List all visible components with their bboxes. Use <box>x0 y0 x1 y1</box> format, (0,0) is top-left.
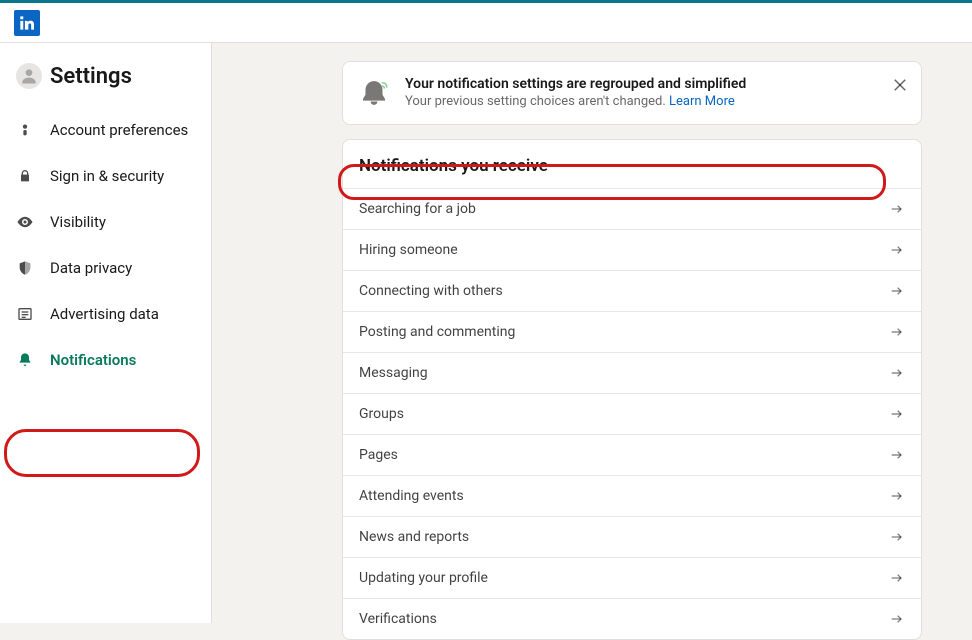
sidebar-item-notifications[interactable]: Notifications <box>0 337 211 383</box>
row-label: Groups <box>359 406 404 422</box>
row-label: Updating your profile <box>359 570 488 586</box>
row-groups[interactable]: Groups <box>343 393 921 434</box>
sidebar-item-account-preferences[interactable]: Account preferences <box>0 107 211 153</box>
sidebar-item-sign-in-security[interactable]: Sign in & security <box>0 153 211 199</box>
header <box>0 3 972 43</box>
arrow-right-icon <box>889 570 905 586</box>
sidebar: Settings Account preferences Sign in & s… <box>0 43 212 623</box>
arrow-right-icon <box>889 365 905 381</box>
notifications-card: Notifications you receive Searching for … <box>342 139 922 640</box>
arrow-right-icon <box>889 447 905 463</box>
arrow-right-icon <box>889 283 905 299</box>
row-label: News and reports <box>359 529 469 545</box>
card-title: Notifications you receive <box>343 140 921 188</box>
banner-subtitle-text: Your previous setting choices aren't cha… <box>405 94 669 109</box>
arrow-right-icon <box>889 488 905 504</box>
row-connecting-with-others[interactable]: Connecting with others <box>343 270 921 311</box>
close-button[interactable] <box>891 76 909 94</box>
row-posting-and-commenting[interactable]: Posting and commenting <box>343 311 921 352</box>
page-title: Settings <box>50 64 132 89</box>
row-label: Connecting with others <box>359 283 503 299</box>
row-label: Pages <box>359 447 398 463</box>
row-label: Hiring someone <box>359 242 458 258</box>
linkedin-logo[interactable] <box>14 10 40 36</box>
shield-icon <box>16 259 34 277</box>
row-label: Posting and commenting <box>359 324 515 340</box>
row-verifications[interactable]: Verifications <box>343 598 921 639</box>
person-icon <box>16 121 34 139</box>
newspaper-icon <box>16 305 34 323</box>
arrow-right-icon <box>889 611 905 627</box>
arrow-right-icon <box>889 324 905 340</box>
row-searching-for-a-job[interactable]: Searching for a job <box>343 188 921 229</box>
sidebar-item-label: Notifications <box>50 351 136 369</box>
linkedin-icon <box>17 13 37 33</box>
learn-more-link[interactable]: Learn More <box>669 94 735 109</box>
row-messaging[interactable]: Messaging <box>343 352 921 393</box>
row-label: Attending events <box>359 488 464 504</box>
eye-icon <box>16 213 34 231</box>
arrow-right-icon <box>889 406 905 422</box>
sidebar-item-advertising-data[interactable]: Advertising data <box>0 291 211 337</box>
sidebar-item-label: Data privacy <box>50 259 132 277</box>
sidebar-item-label: Visibility <box>50 213 106 231</box>
close-icon <box>891 76 909 94</box>
row-updating-your-profile[interactable]: Updating your profile <box>343 557 921 598</box>
avatar <box>16 63 42 89</box>
row-label: Searching for a job <box>359 201 476 217</box>
row-attending-events[interactable]: Attending events <box>343 475 921 516</box>
row-label: Messaging <box>359 365 428 381</box>
sidebar-item-label: Sign in & security <box>50 167 164 185</box>
row-hiring-someone[interactable]: Hiring someone <box>343 229 921 270</box>
arrow-right-icon <box>889 201 905 217</box>
bell-announcement-icon <box>357 76 391 110</box>
row-label: Verifications <box>359 611 437 627</box>
sidebar-item-label: Account preferences <box>50 121 188 139</box>
sidebar-item-visibility[interactable]: Visibility <box>0 199 211 245</box>
arrow-right-icon <box>889 242 905 258</box>
arrow-right-icon <box>889 529 905 545</box>
avatar-placeholder-icon <box>19 66 39 86</box>
bell-icon <box>16 351 34 369</box>
sidebar-item-label: Advertising data <box>50 305 159 323</box>
row-pages[interactable]: Pages <box>343 434 921 475</box>
lock-icon <box>16 167 34 185</box>
annotation-highlight-sidebar <box>4 429 200 477</box>
row-news-and-reports[interactable]: News and reports <box>343 516 921 557</box>
banner-title: Your notification settings are regrouped… <box>405 76 881 92</box>
main-content: Your notification settings are regrouped… <box>212 43 972 623</box>
sidebar-item-data-privacy[interactable]: Data privacy <box>0 245 211 291</box>
info-banner: Your notification settings are regrouped… <box>342 61 922 125</box>
banner-subtitle: Your previous setting choices aren't cha… <box>405 94 881 109</box>
